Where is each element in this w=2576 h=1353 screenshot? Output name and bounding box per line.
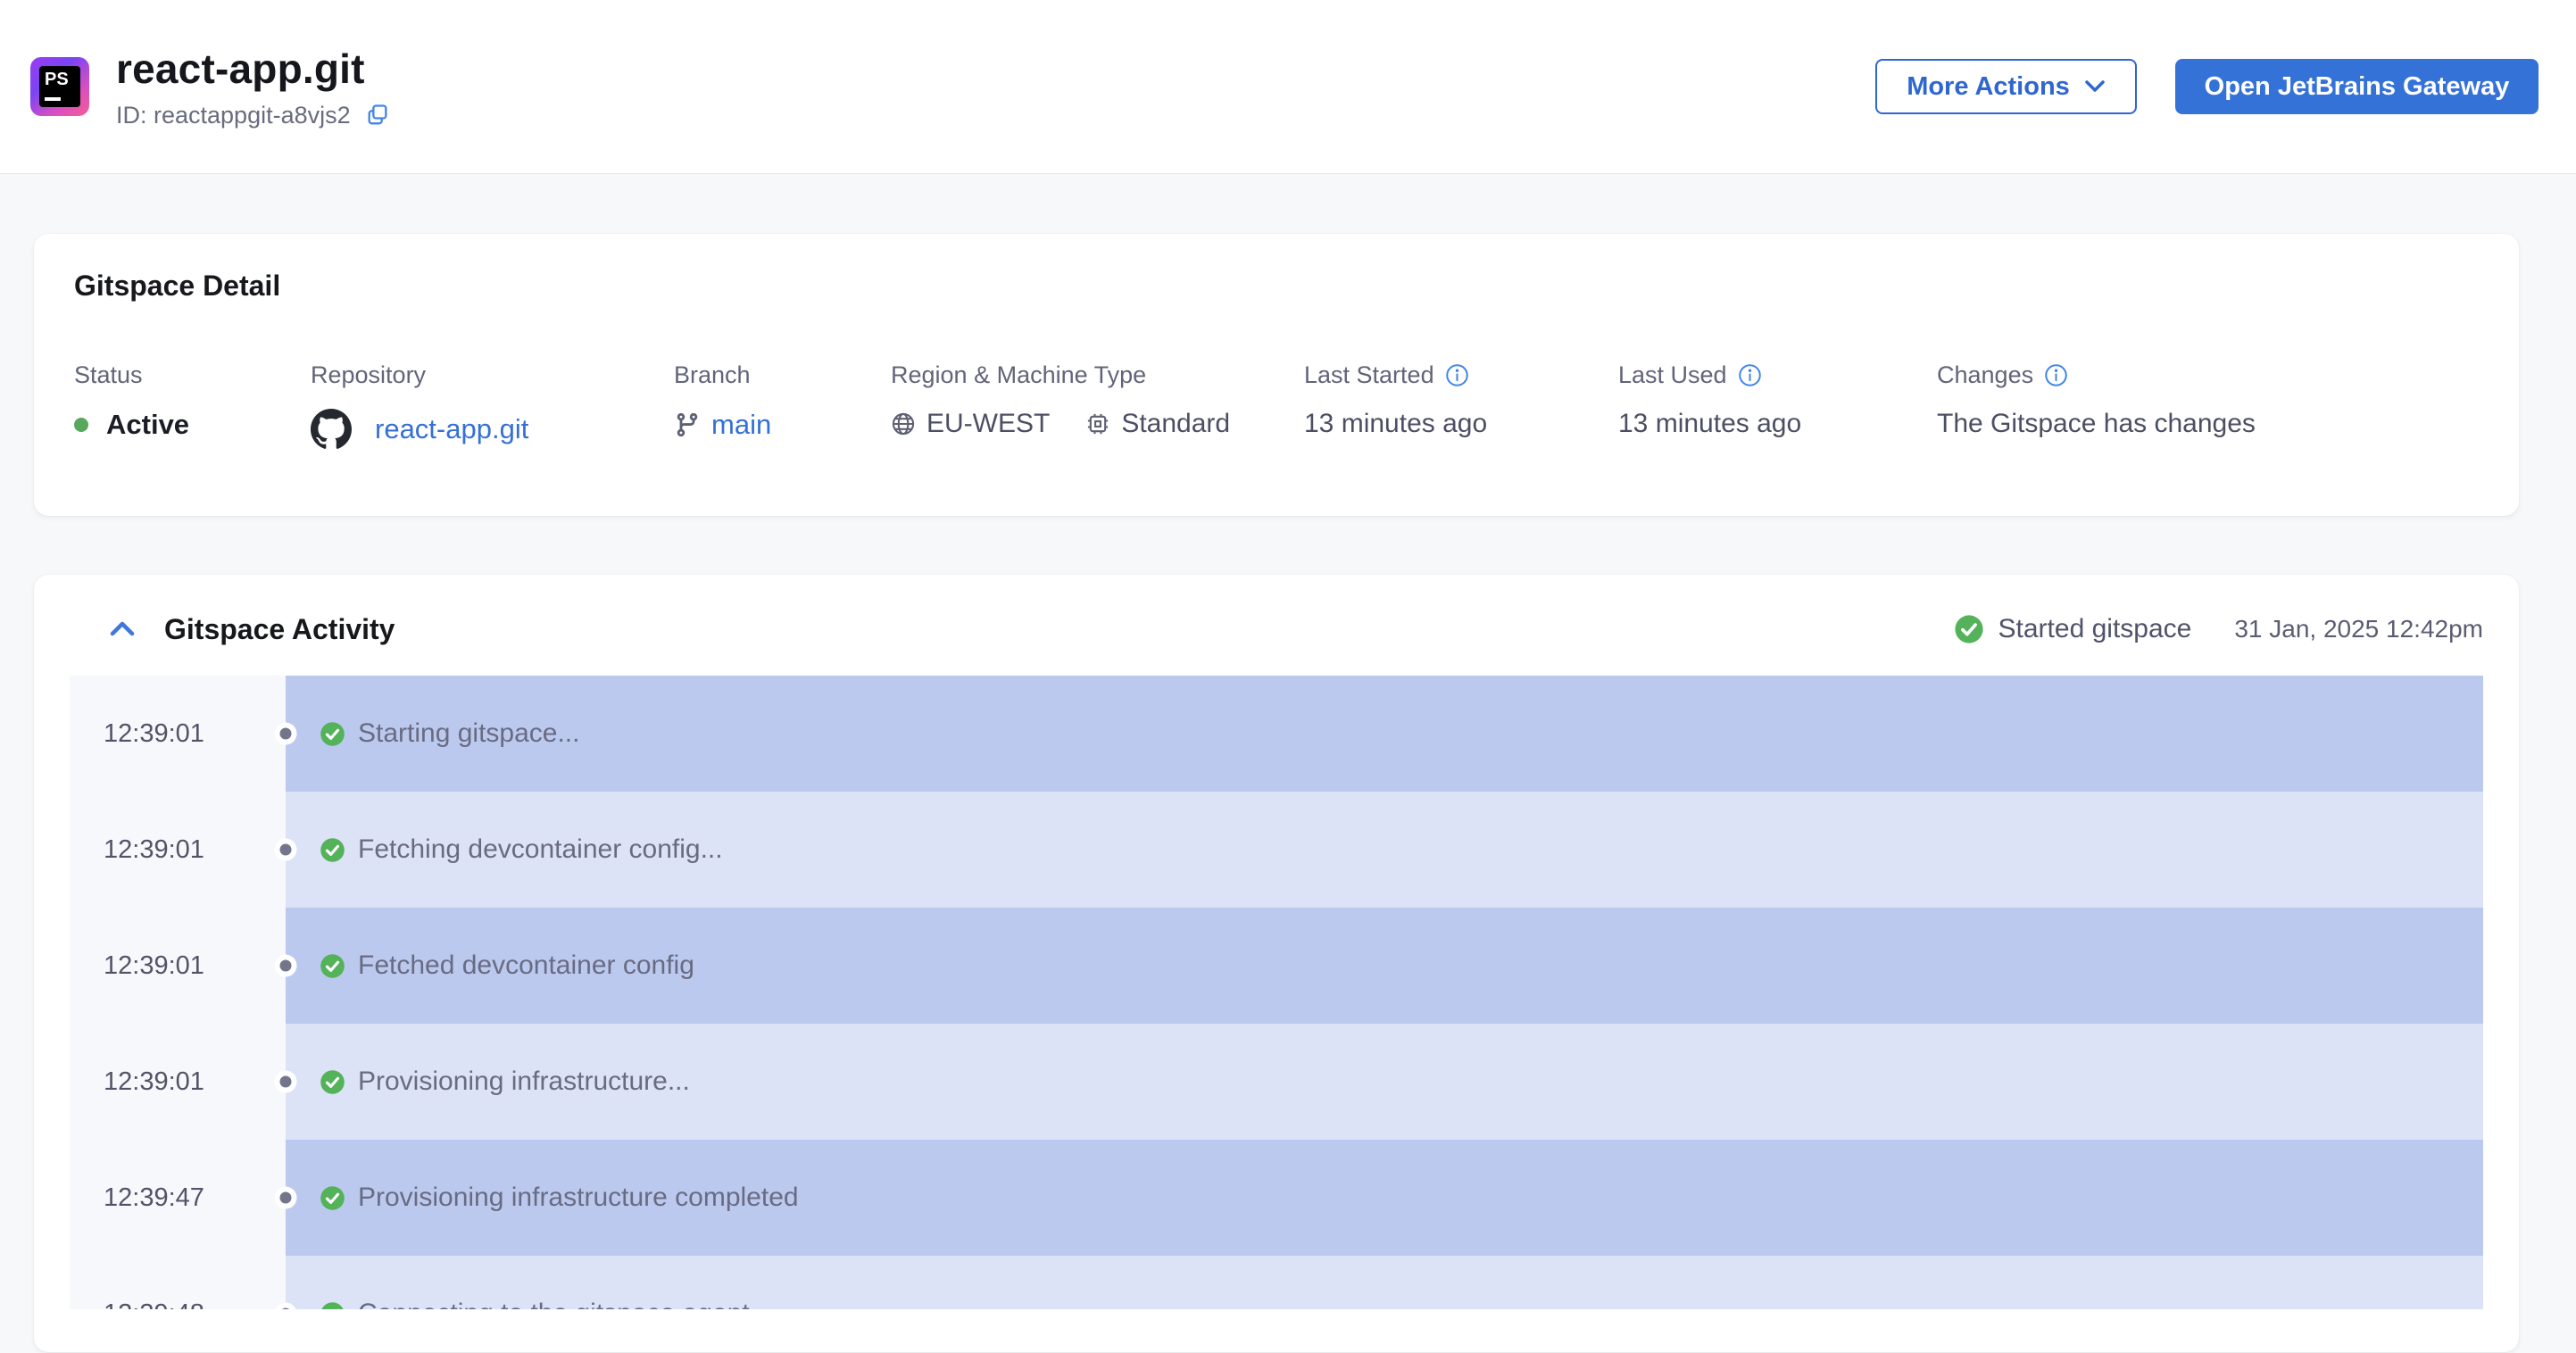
- top-header: PS react-app.git ID: reactappgit-a8vjs2 …: [0, 0, 2576, 174]
- activity-title: Gitspace Activity: [164, 612, 395, 645]
- last-used-value: 13 minutes ago: [1618, 409, 1802, 438]
- changes-value: The Gitspace has changes: [1937, 409, 2256, 438]
- gitspace-detail-card: Gitspace Detail Status Active Repository…: [34, 234, 2519, 516]
- timeline-dot-icon: [279, 843, 292, 856]
- last-started-label: Last Started: [1304, 361, 1434, 388]
- detail-card-title: Gitspace Detail: [74, 270, 281, 302]
- more-actions-label: More Actions: [1907, 71, 2070, 101]
- success-check-icon: [320, 953, 345, 979]
- activity-status-text: Started gitspace: [1998, 614, 2192, 643]
- gitspace-id: ID: reactappgit-a8vjs2: [116, 101, 351, 129]
- success-check-icon: [1954, 614, 1984, 644]
- brand: PS react-app.git ID: reactappgit-a8vjs2: [30, 45, 390, 129]
- status-label: Status: [74, 361, 143, 388]
- log-row: 12:39:47 Provisioning infrastructure com…: [70, 1140, 2483, 1256]
- info-icon[interactable]: [1738, 363, 1762, 387]
- status-value: Active: [106, 409, 190, 440]
- log-timestamp: 12:39:01: [104, 950, 204, 980]
- phpstorm-logo-icon: PS: [30, 57, 89, 116]
- timeline-dot-icon: [279, 959, 292, 972]
- log-timestamp: 12:39:47: [104, 1183, 204, 1212]
- repository-link[interactable]: react-app.git: [375, 413, 528, 445]
- log-timestamp: 12:39:01: [104, 718, 204, 748]
- success-check-icon: [320, 1185, 345, 1211]
- status-field: Status Active: [74, 361, 311, 450]
- log-message: Fetching devcontainer config...: [358, 834, 723, 864]
- log-row: 12:39:01 Starting gitspace...: [70, 676, 2483, 792]
- log-row: 12:39:01 Provisioning infrastructure...: [70, 1024, 2483, 1140]
- timeline-dot-icon: [279, 1307, 292, 1309]
- cpu-machine-icon: [1085, 411, 1110, 436]
- repository-field: Repository react-app.git: [311, 361, 674, 450]
- success-check-icon: [320, 1301, 345, 1309]
- page-title: react-app.git: [116, 45, 365, 92]
- timeline-dot-icon: [279, 1075, 292, 1088]
- last-started-field: Last Started 13 minutes ago: [1304, 361, 1618, 450]
- log-row: 12:39:01 Fetching devcontainer config...: [70, 792, 2483, 908]
- repository-label: Repository: [311, 361, 427, 388]
- success-check-icon: [320, 1069, 345, 1095]
- info-icon[interactable]: [2044, 363, 2068, 387]
- log-message: Provisioning infrastructure...: [358, 1067, 690, 1096]
- log-timestamp: 12:39:01: [104, 1067, 204, 1096]
- gitspace-activity-card: Gitspace Activity Started gitspace 31 Ja…: [34, 575, 2519, 1352]
- info-icon[interactable]: [1445, 363, 1469, 387]
- branch-link[interactable]: main: [711, 409, 771, 441]
- collapse-chevron-up-icon[interactable]: [109, 620, 136, 638]
- changes-label: Changes: [1937, 361, 2034, 388]
- log-timestamp: 12:39:01: [104, 834, 204, 864]
- github-icon: [311, 409, 352, 450]
- machine-type-value: Standard: [1121, 409, 1231, 438]
- timeline-dot-icon: [279, 1191, 292, 1204]
- branch-label: Branch: [674, 361, 751, 388]
- success-check-icon: [320, 837, 345, 863]
- log-message: Fetched devcontainer config: [358, 950, 694, 980]
- logo-text: PS: [45, 70, 69, 89]
- log-message: Provisioning infrastructure completed: [358, 1183, 799, 1212]
- activity-timestamp: 31 Jan, 2025 12:42pm: [2234, 615, 2483, 643]
- log-message: Starting gitspace...: [358, 718, 580, 748]
- status-active-dot-icon: [74, 418, 88, 432]
- git-branch-icon: [674, 411, 701, 438]
- more-actions-button[interactable]: More Actions: [1875, 59, 2137, 114]
- last-used-label: Last Used: [1618, 361, 1727, 388]
- open-jetbrains-gateway-button[interactable]: Open JetBrains Gateway: [2175, 59, 2539, 114]
- changes-field: Changes The Gitspace has changes: [1937, 361, 2479, 450]
- log-row: 12:39:48 Connecting to the gitspace agen…: [70, 1256, 2483, 1309]
- open-gateway-label: Open JetBrains Gateway: [2204, 71, 2510, 101]
- chevron-down-icon: [2084, 79, 2106, 94]
- success-check-icon: [320, 721, 345, 747]
- branch-field: Branch main: [674, 361, 891, 450]
- log-message: Connecting to the gitspace agent: [358, 1299, 750, 1309]
- log-row: 12:39:01 Fetched devcontainer config: [70, 908, 2483, 1024]
- log-timestamp: 12:39:48: [104, 1299, 204, 1310]
- copy-icon[interactable]: [365, 103, 390, 128]
- last-used-field: Last Used 13 minutes ago: [1618, 361, 1937, 450]
- globe-icon: [891, 411, 916, 436]
- last-started-value: 13 minutes ago: [1304, 409, 1488, 438]
- region-machine-field: Region & Machine Type EU-WEST Standard: [891, 361, 1304, 450]
- timeline-dot-icon: [279, 727, 292, 740]
- logo-underscore: [45, 97, 61, 101]
- activity-log[interactable]: 12:39:01 Starting gitspace... 12:39:01 F…: [70, 676, 2483, 1309]
- region-machine-label: Region & Machine Type: [891, 361, 1147, 388]
- region-value: EU-WEST: [927, 409, 1051, 438]
